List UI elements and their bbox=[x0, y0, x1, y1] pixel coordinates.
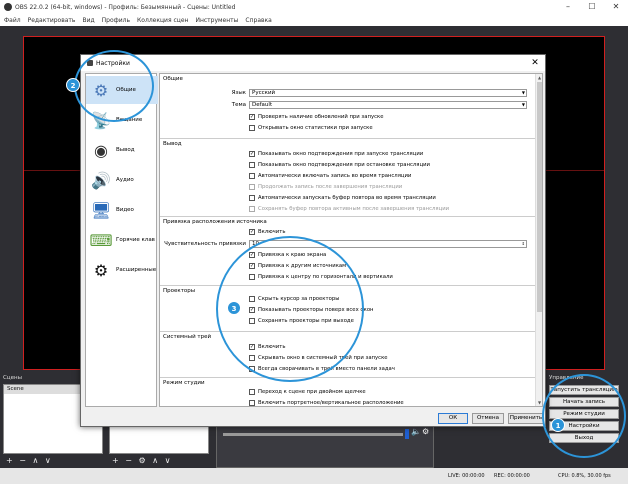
studio-portrait-checkbox[interactable]: Включить портретное/вертикальное располо… bbox=[249, 400, 404, 406]
check-updates-checkbox[interactable]: ✓ Проверять наличие обновлений при запуск… bbox=[249, 114, 383, 120]
sidebar-item-video[interactable]: 🖥 Видео bbox=[86, 196, 158, 224]
studio-double-click-checkbox[interactable]: Переход к сцене при двойном щелчке bbox=[249, 389, 366, 395]
language-select[interactable]: Русский ▼ bbox=[249, 89, 527, 97]
sidebar-item-output[interactable]: ◉ Вывод bbox=[86, 136, 158, 164]
group-title: Проекторы bbox=[163, 288, 196, 294]
maximize-icon[interactable]: ☐ bbox=[580, 0, 604, 14]
keyboard-icon: ⌨ bbox=[89, 230, 113, 250]
sidebar-item-hotkeys[interactable]: ⌨ Горячие клав bbox=[86, 226, 158, 254]
monitor-icon: 🖥 bbox=[90, 200, 112, 220]
close-icon[interactable]: ✕ bbox=[604, 0, 628, 14]
snapping-enable-checkbox[interactable]: ✓ Включить bbox=[249, 229, 285, 235]
cpu-status: CPU: 0.8%, 30.00 fps bbox=[558, 473, 611, 479]
confirm-stop-checkbox[interactable]: Показывать окно подтверждения при остано… bbox=[249, 162, 430, 168]
group-studio: Режим студии Переход к сцене при двойном… bbox=[160, 377, 536, 406]
obs-title-bar: OBS 22.0.2 (64-bit, windows) - Профиль: … bbox=[0, 0, 628, 14]
gear-icon[interactable]: ⚙ bbox=[422, 427, 429, 436]
keep-recording-checkbox: Продолжать запись после завершения транс… bbox=[249, 184, 402, 190]
menu-profile[interactable]: Профиль bbox=[102, 17, 130, 24]
keep-replay-checkbox: Сохранять буфер повтора активным после з… bbox=[249, 206, 449, 212]
group-title: Общие bbox=[163, 76, 183, 82]
group-output: Вывод ✓ Показывать окно подтверждения при… bbox=[160, 138, 536, 216]
mute-icon[interactable]: 🔈 bbox=[411, 427, 421, 436]
speaker-icon: 🔊 bbox=[91, 170, 111, 190]
menu-tools[interactable]: Инструменты bbox=[195, 17, 238, 24]
apply-button[interactable]: Применить bbox=[508, 413, 544, 424]
obs-menu-bar: Файл Редактировать Вид Профиль Коллекция… bbox=[0, 14, 628, 26]
auto-replay-checkbox[interactable]: Автоматически запускать буфер повтора во… bbox=[249, 195, 436, 201]
open-stats-checkbox[interactable]: Открывать окно статистики при запуске bbox=[249, 125, 373, 131]
sidebar-item-label: Расширенные bbox=[116, 267, 157, 273]
confirm-start-checkbox[interactable]: ✓ Показывать окно подтверждения при запус… bbox=[249, 151, 423, 157]
callout-badge-2: 2 bbox=[66, 78, 80, 92]
group-title: Привязка расположения источника bbox=[163, 219, 267, 225]
globe-icon: ◉ bbox=[94, 140, 108, 160]
group-title: Вывод bbox=[163, 141, 182, 147]
status-bar: LIVE: 00:00:00 REC: 00:00:00 CPU: 0.8%, … bbox=[0, 468, 628, 484]
live-timer: LIVE: 00:00:00 bbox=[448, 473, 485, 479]
rec-timer: REC: 00:00:00 bbox=[494, 473, 530, 479]
menu-edit[interactable]: Редактировать bbox=[28, 17, 76, 24]
obs-window-title: OBS 22.0.2 (64-bit, windows) - Профиль: … bbox=[15, 3, 236, 11]
language-label: Язык bbox=[231, 90, 246, 96]
sidebar-item-label: Видео bbox=[116, 207, 134, 213]
sensitivity-label: Чувствительность привязки bbox=[164, 241, 246, 247]
callout-badge-3: 3 bbox=[227, 301, 241, 315]
scenes-dock-label: Сцены bbox=[3, 375, 22, 381]
menu-view[interactable]: Вид bbox=[82, 17, 94, 24]
group-title: Режим студии bbox=[163, 380, 205, 386]
content-scrollbar[interactable]: ▲ ▼ bbox=[535, 74, 542, 406]
menu-scene-collection[interactable]: Коллекция сцен bbox=[137, 17, 188, 24]
callout-badge-1: 1 bbox=[551, 418, 565, 432]
scroll-down-icon[interactable]: ▼ bbox=[536, 399, 542, 406]
sidebar-item-audio[interactable]: 🔊 Аудио bbox=[86, 166, 158, 194]
cancel-button[interactable]: Отмена bbox=[472, 413, 504, 424]
menu-file[interactable]: Файл bbox=[4, 17, 21, 24]
theme-select[interactable]: Default ▼ bbox=[249, 101, 527, 109]
obs-logo-icon bbox=[4, 3, 12, 11]
auto-record-checkbox[interactable]: Автоматически включать запись во время т… bbox=[249, 173, 411, 179]
dialog-close-icon[interactable]: ✕ bbox=[529, 57, 541, 69]
menu-help[interactable]: Справка bbox=[245, 17, 271, 24]
sidebar-item-advanced[interactable]: ⚙ Расширенные bbox=[86, 256, 158, 284]
scroll-up-icon[interactable]: ▲ bbox=[536, 74, 542, 81]
sidebar-item-label: Вывод bbox=[116, 147, 135, 153]
sidebar-item-label: Горячие клав bbox=[116, 237, 155, 243]
ok-button[interactable]: ОК bbox=[438, 413, 468, 424]
settings-sidebar: ⚙ Общие 📡 Вещание ◉ Вывод 🔊 Аудио 🖥 Виде… bbox=[85, 73, 158, 407]
callout-ring-general bbox=[74, 50, 154, 122]
theme-label: Тема bbox=[231, 102, 246, 108]
group-general: Общие Язык Русский ▼ Тема Default ▼ ✓ Прове… bbox=[160, 74, 536, 138]
group-title: Системный трей bbox=[163, 334, 212, 340]
sidebar-item-label: Аудио bbox=[116, 177, 134, 183]
volume-slider[interactable] bbox=[223, 433, 403, 436]
settings-content[interactable]: Общие Язык Русский ▼ Тема Default ▼ ✓ Прове… bbox=[159, 73, 543, 407]
minimize-icon[interactable]: – bbox=[556, 0, 580, 14]
scrollbar-thumb[interactable] bbox=[537, 82, 542, 312]
gears-icon: ⚙ bbox=[93, 260, 109, 280]
callout-ring-settings bbox=[542, 374, 626, 458]
dialog-title-bar: Настройки bbox=[81, 55, 545, 71]
